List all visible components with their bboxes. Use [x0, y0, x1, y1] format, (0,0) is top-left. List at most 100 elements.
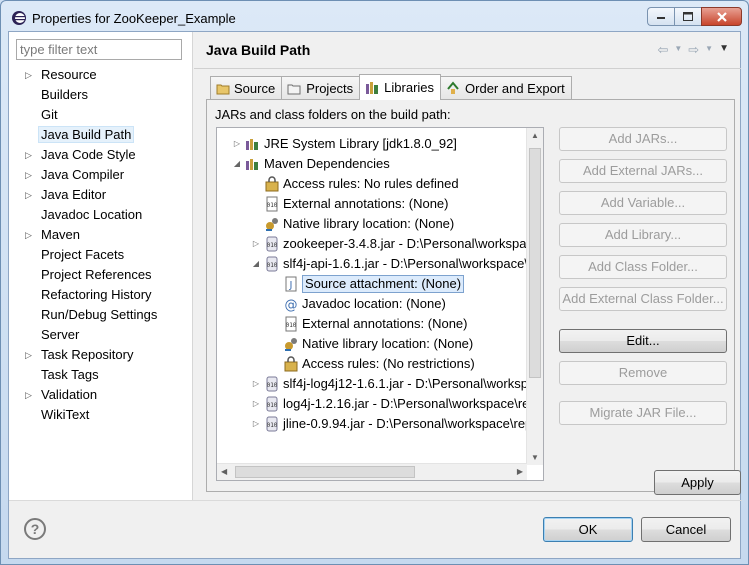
close-button[interactable]	[701, 7, 742, 26]
nav-item-task-tags[interactable]: Task Tags	[9, 365, 193, 385]
tree-node[interactable]: 010 External annotations: (None)	[250, 194, 448, 214]
tree-node-label: Access rules: (No restrictions)	[302, 356, 475, 371]
page-title: Java Build Path	[206, 42, 311, 58]
cancel-button[interactable]: Cancel	[641, 517, 731, 542]
expand-arrow-icon[interactable]: ▷	[250, 234, 262, 254]
nav-item-server[interactable]: Server	[9, 325, 193, 345]
nav-item-javadoc-location[interactable]: Javadoc Location	[9, 205, 193, 225]
expand-arrow-icon[interactable]: ▷	[25, 385, 32, 405]
expand-arrow-icon[interactable]: ▷	[250, 374, 262, 394]
tree-node[interactable]: Native library location: (None)	[269, 334, 473, 354]
maximize-button[interactable]	[674, 7, 701, 26]
nav-item-java-code-style[interactable]: ▷ Java Code Style	[9, 145, 193, 165]
jar-icon: 010	[264, 256, 280, 272]
scroll-down-icon[interactable]: ▼	[531, 453, 539, 462]
tree-node[interactable]: ◢ 010 slf4j-api-1.6.1.jar - D:\Personal\wo…	[250, 254, 532, 274]
nav-item-java-build-path[interactable]: Java Build Path	[9, 125, 193, 145]
scroll-up-icon[interactable]: ▲	[531, 131, 539, 140]
tree-node-label: External annotations: (None)	[302, 316, 468, 331]
chevron-down-icon[interactable]: ▼	[674, 42, 682, 58]
nav-item-label: Git	[41, 107, 58, 122]
tree-node[interactable]: ▷ 010 zookeeper-3.4.8.jar - D:\Personal\wo…	[250, 234, 540, 254]
expand-arrow-icon[interactable]: ▷	[25, 65, 32, 85]
add-variable-button[interactable]: Add Variable...	[559, 191, 727, 215]
nav-item-wikitext[interactable]: WikiText	[9, 405, 193, 425]
add-external-class-folder-button[interactable]: Add External Class Folder...	[559, 287, 727, 311]
title-bar: Properties for ZooKeeper_Example	[1, 1, 748, 35]
tab-projects[interactable]: Projects	[281, 76, 361, 99]
add-class-folder-button[interactable]: Add Class Folder...	[559, 255, 727, 279]
remove-button[interactable]: Remove	[559, 361, 727, 385]
expand-arrow-icon[interactable]: ▷	[25, 185, 32, 205]
nav-item-maven[interactable]: ▷ Maven	[9, 225, 193, 245]
build-path-tree[interactable]: ▷ JRE System Library [jdk1.8.0_92] ◢ Maven …	[216, 127, 544, 481]
tab-source[interactable]: Source	[210, 76, 283, 99]
back-arrow-icon[interactable]: ⇦	[657, 42, 668, 58]
forward-arrow-icon[interactable]: ⇨	[688, 42, 699, 58]
horizontal-scrollbar[interactable]: ◀ ▶	[217, 463, 527, 480]
tree-node[interactable]: J Source attachment: (None)	[269, 274, 465, 294]
nav-item-java-editor[interactable]: ▷ Java Editor	[9, 185, 193, 205]
tree-node[interactable]: Access rules: No rules defined	[250, 174, 459, 194]
tree-node-label: Native library location: (None)	[283, 216, 455, 231]
ok-button[interactable]: OK	[543, 517, 633, 542]
libraries-icon	[365, 81, 380, 95]
expand-arrow-icon[interactable]: ▷	[25, 225, 32, 245]
expand-arrow-icon[interactable]: ▷	[250, 394, 262, 414]
tree-node[interactable]: Native library location: (None)	[250, 214, 454, 234]
nav-item-resource[interactable]: ▷ Resource	[9, 65, 193, 85]
tree-node[interactable]: ▷ 010 slf4j-log4j12-1.6.1.jar - D:\Persona…	[250, 374, 535, 394]
properties-dialog: Properties for ZooKeeper_Example ▷ Resour…	[0, 0, 749, 565]
nav-item-label: Run/Debug Settings	[41, 307, 158, 322]
tree-node[interactable]: ▷ JRE System Library [jdk1.8.0_92]	[231, 134, 457, 154]
tree-node-label: Maven Dependencies	[264, 156, 390, 171]
tree-node[interactable]: ▷ 010 log4j-1.2.16.jar - D:\Personal\works…	[250, 394, 537, 414]
nav-item-run-debug-settings[interactable]: Run/Debug Settings	[9, 305, 193, 325]
migrate-jar-file-button[interactable]: Migrate JAR File...	[559, 401, 727, 425]
tree-node[interactable]: ◢ Maven Dependencies	[231, 154, 390, 174]
tab-order-and-export[interactable]: Order and Export	[440, 76, 572, 99]
tree-node[interactable]: @ Javadoc location: (None)	[269, 294, 446, 314]
nav-item-validation[interactable]: ▷ Validation	[9, 385, 193, 405]
vertical-scrollbar[interactable]: ▲ ▼	[526, 128, 543, 465]
nav-item-git[interactable]: Git	[9, 105, 193, 125]
scroll-left-icon[interactable]: ◀	[221, 467, 227, 476]
tree-node-label: Javadoc location: (None)	[302, 296, 446, 311]
edit-button[interactable]: Edit...	[559, 329, 727, 353]
tree-node[interactable]: Access rules: (No restrictions)	[269, 354, 475, 374]
tree-node-label: Source attachment: (None)	[302, 275, 465, 293]
add-jars-button[interactable]: Add JARs...	[559, 127, 727, 151]
expand-arrow-icon[interactable]: ▷	[25, 165, 32, 185]
minimize-button[interactable]	[647, 7, 674, 26]
nav-item-label: Java Editor	[41, 187, 107, 202]
view-menu-icon[interactable]: ▼	[719, 42, 729, 58]
nav-item-java-compiler[interactable]: ▷ Java Compiler	[9, 165, 193, 185]
expand-arrow-icon[interactable]: ▷	[25, 145, 32, 165]
help-icon[interactable]: ?	[24, 518, 46, 540]
collapse-arrow-icon[interactable]: ◢	[250, 254, 262, 274]
expand-arrow-icon[interactable]: ▷	[250, 414, 262, 434]
tree-node[interactable]: ▷ 010 jline-0.9.94.jar - D:\Personal\works…	[250, 414, 540, 434]
vertical-scroll-thumb[interactable]	[529, 148, 541, 378]
tree-node[interactable]: 010 External annotations: (None)	[269, 314, 467, 334]
horizontal-scroll-thumb[interactable]	[235, 466, 415, 478]
nav-item-refactoring-history[interactable]: Refactoring History	[9, 285, 193, 305]
svg-text:010: 010	[267, 202, 278, 209]
nav-item-task-repository[interactable]: ▷ Task Repository	[9, 345, 193, 365]
collapse-arrow-icon[interactable]: ◢	[231, 154, 243, 174]
add-external-jars-button[interactable]: Add External JARs...	[559, 159, 727, 183]
expand-arrow-icon[interactable]: ▷	[25, 345, 32, 365]
tree-node-label: External annotations: (None)	[283, 196, 449, 211]
chevron-down-icon[interactable]: ▼	[705, 42, 713, 58]
nav-item-builders[interactable]: Builders	[9, 85, 193, 105]
nav-item-project-facets[interactable]: Project Facets	[9, 245, 193, 265]
scroll-right-icon[interactable]: ▶	[517, 467, 523, 476]
eclipse-icon	[12, 11, 26, 25]
nav-item-label: Java Compiler	[41, 167, 125, 182]
apply-button[interactable]: Apply	[654, 470, 741, 495]
expand-arrow-icon[interactable]: ▷	[231, 134, 243, 154]
add-library-button[interactable]: Add Library...	[559, 223, 727, 247]
filter-input[interactable]	[16, 39, 182, 60]
tab-libraries[interactable]: Libraries	[359, 74, 442, 100]
nav-item-project-references[interactable]: Project References	[9, 265, 193, 285]
